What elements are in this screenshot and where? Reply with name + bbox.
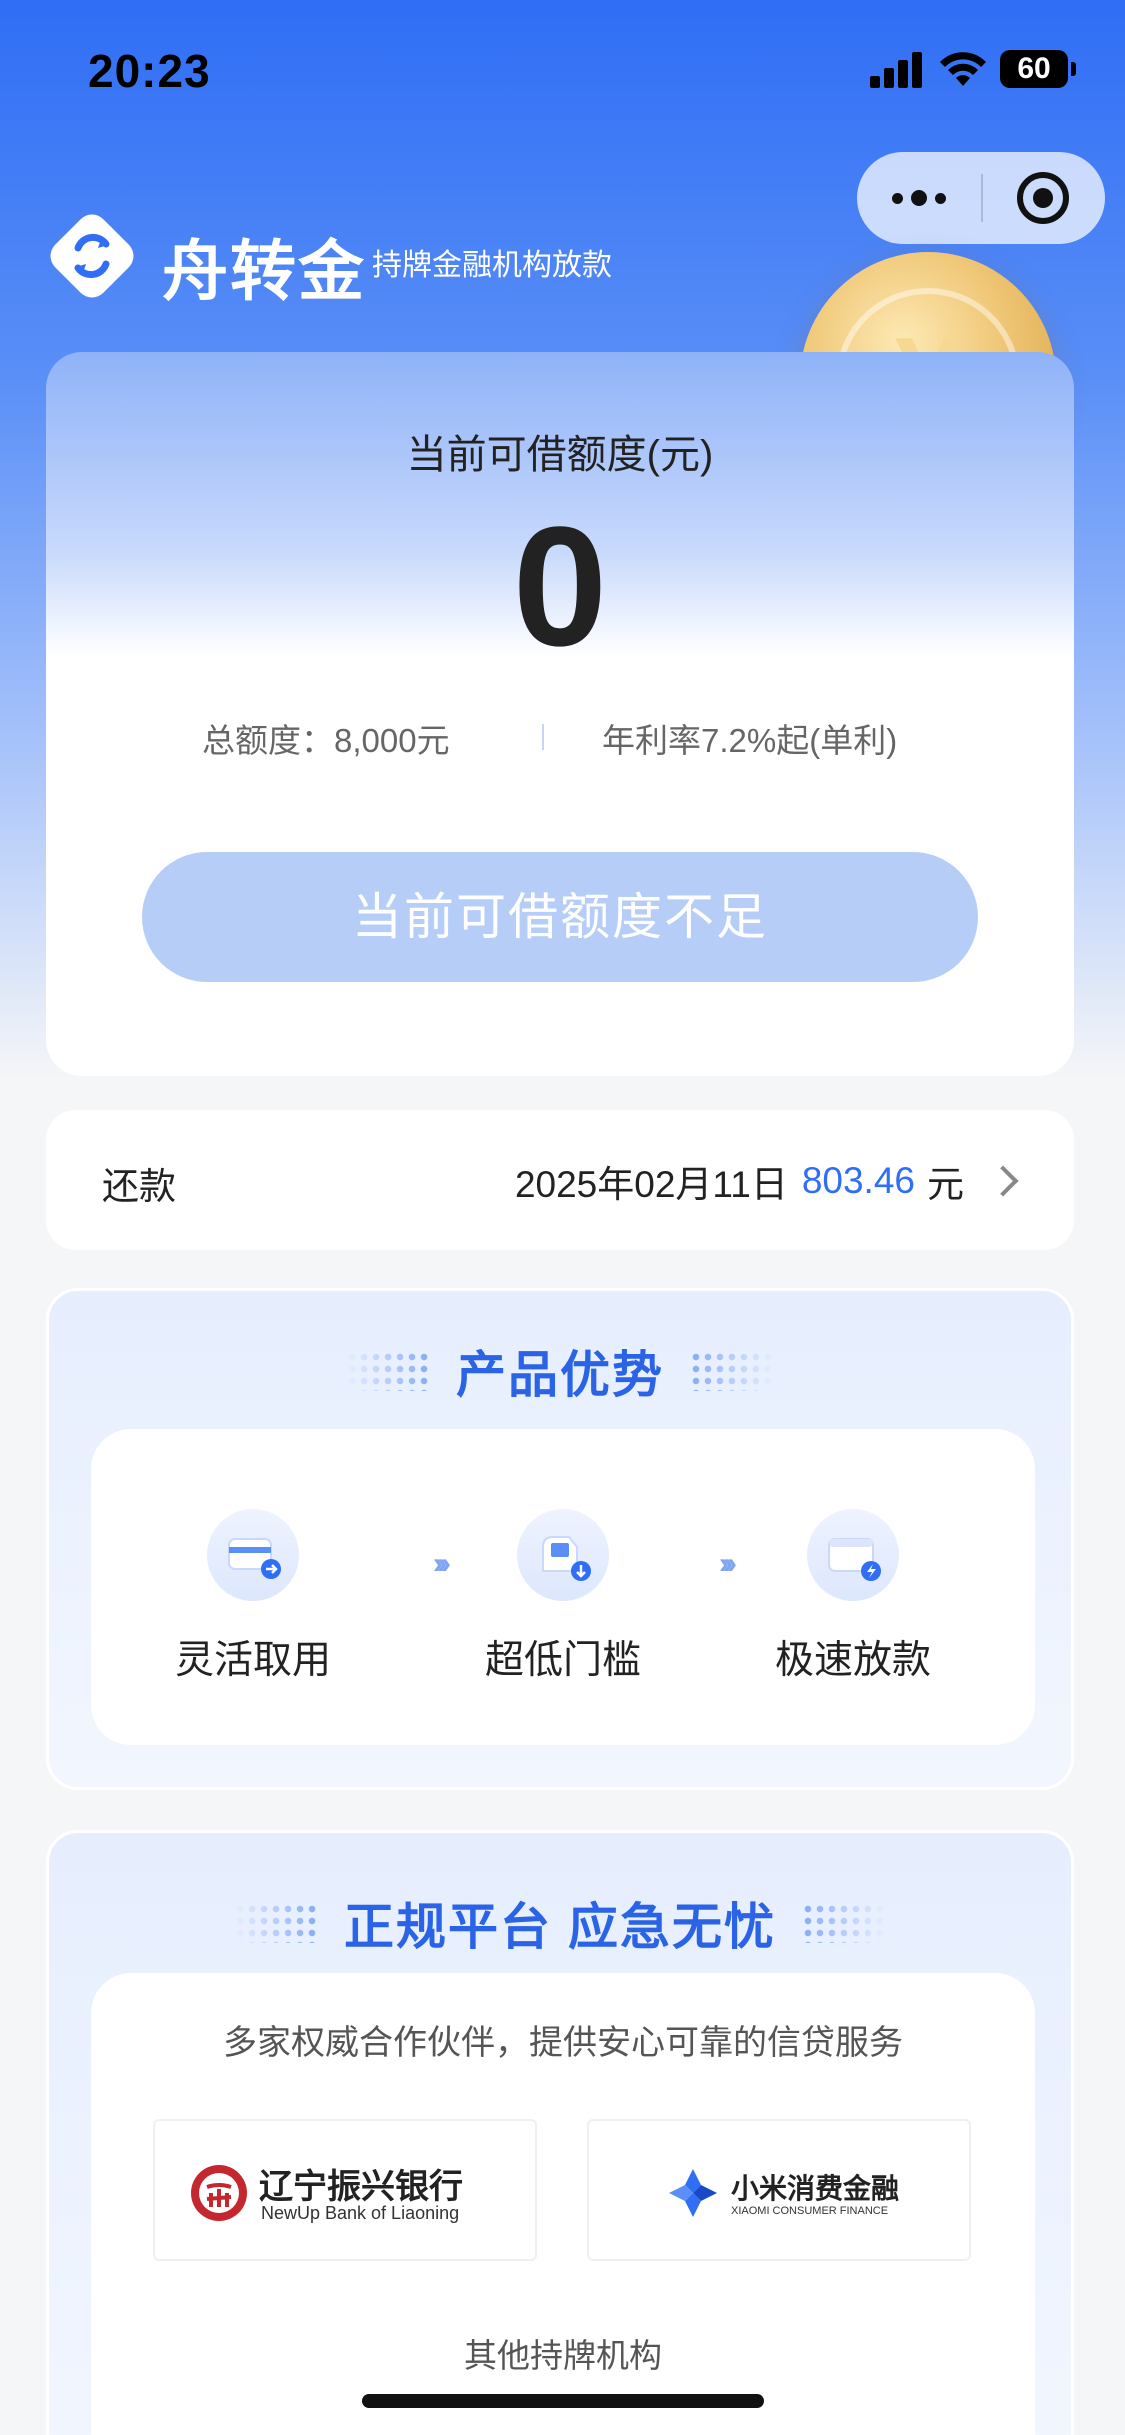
advantages-card: 灵活取用 ››› 超低门槛 ››› 极速放款 <box>91 1429 1035 1745</box>
partners-card: 多家权威合作伙伴，提供安心可靠的信贷服务 辽宁振兴银行 NewUp Bank o… <box>91 1973 1035 2435</box>
brand-tagline: 持牌金融机构放款 <box>372 249 612 282</box>
wifi-icon <box>940 52 986 86</box>
wallet-fast-icon <box>807 1509 899 1601</box>
repayment-info: 2025年02月11日 803.46 元 <box>514 1154 1019 1208</box>
cellular-signal-icon <box>870 50 922 88</box>
total-limit: 总额度：8,000元 <box>202 722 450 759</box>
feature-flexible: 灵活取用 <box>143 1509 363 1685</box>
arrows-icon: ››› <box>719 1547 737 1580</box>
low-threshold-icon <box>517 1509 609 1601</box>
dots-decoration-icon <box>690 1351 775 1391</box>
advantages-title-row: 产品优势 <box>49 1335 1071 1407</box>
credit-meta: 总额度：8,000元 年利率7.2%起(单利) <box>46 714 1074 759</box>
card-transfer-icon <box>207 1509 299 1601</box>
partner-name-en: NewUp Bank of Liaoning <box>261 2203 460 2223</box>
feature-label: 灵活取用 <box>174 1639 331 1682</box>
xiaomi-finance-logo-icon <box>669 2169 717 2217</box>
capsule-divider <box>981 174 983 222</box>
home-indicator[interactable] <box>362 2394 764 2408</box>
repayment-unit: 元 <box>927 1164 964 1205</box>
repayment-row[interactable]: 还款 2025年02月11日 803.46 元 <box>46 1110 1074 1250</box>
platform-title-row: 正规平台 应急无忧 <box>49 1887 1071 1959</box>
close-miniprogram-icon[interactable] <box>1017 172 1069 224</box>
platform-panel: 正规平台 应急无忧 多家权威合作伙伴，提供安心可靠的信贷服务 辽宁振兴银行 Ne… <box>46 1830 1074 2435</box>
feature-label: 极速放款 <box>774 1639 931 1682</box>
arrows-icon: ››› <box>433 1547 451 1580</box>
partner-name: 辽宁振兴银行 <box>259 2168 463 2206</box>
advantages-title: 产品优势 <box>456 1347 664 1403</box>
feature-low-threshold: 超低门槛 <box>453 1509 673 1685</box>
dots-decoration-icon <box>802 1903 887 1943</box>
partners-subtitle: 多家权威合作伙伴，提供安心可靠的信贷服务 <box>223 2024 903 2062</box>
other-institutions-label: 其他持牌机构 <box>464 2337 662 2374</box>
partner-name-en: XIAOMI CONSUMER FINANCE <box>731 2205 889 2217</box>
repayment-date: 2025年02月11日 <box>514 1164 788 1205</box>
meta-divider <box>542 724 544 750</box>
available-credit-label: 当前可借额度(元) <box>406 433 714 477</box>
advantages-panel: 产品优势 灵活取用 ››› 超低门槛 ››› 极速放款 <box>46 1288 1074 1790</box>
partner-liaoning-bank: 辽宁振兴银行 NewUp Bank of Liaoning <box>153 2119 537 2261</box>
credit-card: 当前可借额度(元) 0 总额度：8,000元 年利率7.2%起(单利) 当前可借… <box>46 352 1074 1076</box>
liaoning-bank-logo-icon <box>191 2165 247 2221</box>
battery-icon: 60 <box>1000 50 1076 88</box>
borrow-button[interactable]: 当前可借额度不足 <box>142 852 978 982</box>
feature-label: 超低门槛 <box>484 1639 641 1682</box>
platform-title: 正规平台 应急无忧 <box>344 1899 776 1955</box>
partner-name: 小米消费金融 <box>731 2173 900 2204</box>
miniprogram-capsule <box>857 152 1105 244</box>
dots-decoration-icon <box>233 1903 318 1943</box>
partner-xiaomi-finance: 小米消费金融 XIAOMI CONSUMER FINANCE <box>587 2119 971 2261</box>
status-bar: 20:23 60 <box>0 0 1125 140</box>
dots-decoration-icon <box>345 1351 430 1391</box>
brand-name: 舟转金 <box>162 234 366 308</box>
repayment-label: 还款 <box>102 1166 176 1207</box>
status-time: 20:23 <box>88 45 211 97</box>
chevron-right-icon <box>987 1165 1019 1197</box>
annual-rate: 年利率7.2%起(单利) <box>602 722 898 759</box>
repayment-amount: 803.46 <box>801 1160 915 1201</box>
brand-logo-icon <box>50 214 134 298</box>
more-options-button[interactable] <box>857 152 981 244</box>
available-credit-amount: 0 <box>512 492 608 682</box>
feature-fast-loan: 极速放款 <box>743 1509 963 1685</box>
